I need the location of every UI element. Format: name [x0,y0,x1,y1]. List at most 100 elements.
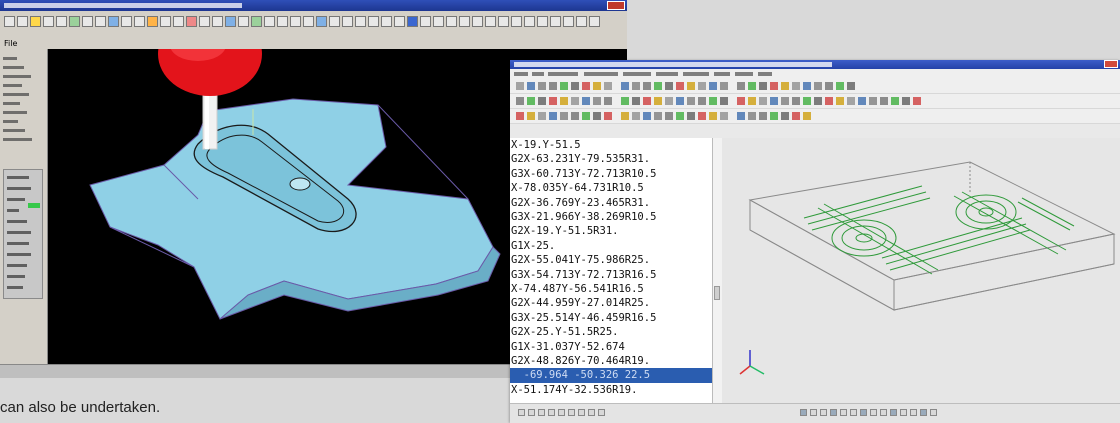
menu-item[interactable] [584,72,618,76]
toolbar-button[interactable] [290,16,301,27]
code-line[interactable]: G1X-25. [510,239,712,253]
toolbar-button[interactable] [527,97,535,105]
toolbar-button[interactable] [30,16,41,27]
toolbar-button[interactable] [173,16,184,27]
toolbar-button[interactable] [781,97,789,105]
toolbar-button[interactable] [687,112,695,120]
toolbar-button[interactable] [698,82,706,90]
toolbar-button[interactable] [420,16,431,27]
toolbar-button[interactable] [121,16,132,27]
toolbar-button[interactable] [342,16,353,27]
toolbar-button[interactable] [737,82,745,90]
status-icon[interactable] [518,409,525,416]
toolbar-button[interactable] [709,82,717,90]
code-line[interactable]: G3X-21.966Y-38.269R10.5 [510,210,712,224]
sidebar-menu-item[interactable] [3,129,25,132]
toolbar-button[interactable] [709,97,717,105]
status-icon[interactable] [810,409,817,416]
code-line[interactable]: G2X-63.231Y-79.535R31. [510,152,712,166]
toolbar-button[interactable] [676,82,684,90]
toolbar-button[interactable] [847,82,855,90]
toolbar-button[interactable] [825,97,833,105]
toolbar-button[interactable] [95,16,106,27]
toolbar-button[interactable] [316,16,327,27]
close-icon[interactable] [1104,60,1118,68]
toolbar-button[interactable] [527,112,535,120]
toolbar-button[interactable] [643,82,651,90]
status-icon[interactable] [930,409,937,416]
toolbar-button[interactable] [770,112,778,120]
sidebar-menu-item[interactable] [3,93,29,96]
toolbar-button[interactable] [858,97,866,105]
toolbar-button[interactable] [720,112,728,120]
sidebar-menu-item[interactable] [3,84,22,87]
toolbar-button[interactable] [527,82,535,90]
status-icon[interactable] [800,409,807,416]
sidebar-menu-item[interactable] [3,66,24,69]
code-line[interactable]: G2X-48.826Y-70.464R19. [510,354,712,368]
code-line[interactable]: G3X-54.713Y-72.713R16.5 [510,268,712,282]
toolbar-button[interactable] [604,82,612,90]
status-icon[interactable] [890,409,897,416]
toolbar-button[interactable] [814,82,822,90]
toolbar-button[interactable] [212,16,223,27]
code-line[interactable]: G2X-19.Y-51.5R31. [510,224,712,238]
toolbar-button[interactable] [621,97,629,105]
status-icon[interactable] [820,409,827,416]
gcode-editor[interactable]: X-19.Y-51.5 G2X-63.231Y-79.535R31. G3X-60.… [510,138,713,403]
toolbar-button[interactable] [264,16,275,27]
status-icon[interactable] [900,409,907,416]
toolbar-button[interactable] [511,16,522,27]
toolbar-button[interactable] [720,97,728,105]
status-icon[interactable] [920,409,927,416]
toolbar-button[interactable] [433,16,444,27]
status-icon[interactable] [860,409,867,416]
toolbar-button[interactable] [549,97,557,105]
code-line-selected[interactable]: -69.964 -50.326 22.5 [510,368,712,383]
menu-item[interactable] [735,72,753,76]
toolbar-button[interactable] [571,97,579,105]
toolbar-button[interactable] [303,16,314,27]
toolbar-button[interactable] [792,97,800,105]
toolbar-button[interactable] [698,97,706,105]
toolbar-button[interactable] [836,97,844,105]
toolbar-button[interactable] [225,16,236,27]
toolbar-button[interactable] [770,82,778,90]
toolbar-button[interactable] [880,97,888,105]
toolbar-button[interactable] [803,112,811,120]
toolbar-button[interactable] [43,16,54,27]
status-icon[interactable] [568,409,575,416]
toolbar-button[interactable] [759,97,767,105]
code-line[interactable]: G2X-55.041Y-75.986R25. [510,253,712,267]
toolbar-button[interactable] [394,16,405,27]
toolbar-button[interactable] [869,97,877,105]
status-icon[interactable] [528,409,535,416]
toolbar-button[interactable] [604,97,612,105]
code-line[interactable]: G3X-60.713Y-72.713R10.5 [510,167,712,181]
status-icon[interactable] [578,409,585,416]
toolbar-button[interactable] [698,112,706,120]
sidebar-menu-item[interactable] [3,120,18,123]
toolbar-button[interactable] [836,82,844,90]
sidebar-menu-item[interactable] [3,57,17,60]
toolbar-button[interactable] [560,112,568,120]
toolbar-button[interactable] [654,112,662,120]
toolbar-button[interactable] [654,97,662,105]
toolbar-button[interactable] [604,112,612,120]
toolbar-button[interactable] [737,97,745,105]
toolbar-button[interactable] [792,112,800,120]
toolbar-button[interactable] [665,97,673,105]
toolbar-button[interactable] [69,16,80,27]
toolbar-button[interactable] [550,16,561,27]
toolbar-button[interactable] [676,112,684,120]
toolbar-button[interactable] [108,16,119,27]
toolbar-button[interactable] [748,112,756,120]
status-icon[interactable] [910,409,917,416]
toolbar-button[interactable] [803,97,811,105]
menu-item[interactable] [758,72,772,76]
toolbar-button[interactable] [720,82,728,90]
toolpath-3d-view[interactable] [722,138,1120,403]
toolbar-button[interactable] [498,16,509,27]
status-icon[interactable] [840,409,847,416]
toolbar-button[interactable] [902,97,910,105]
